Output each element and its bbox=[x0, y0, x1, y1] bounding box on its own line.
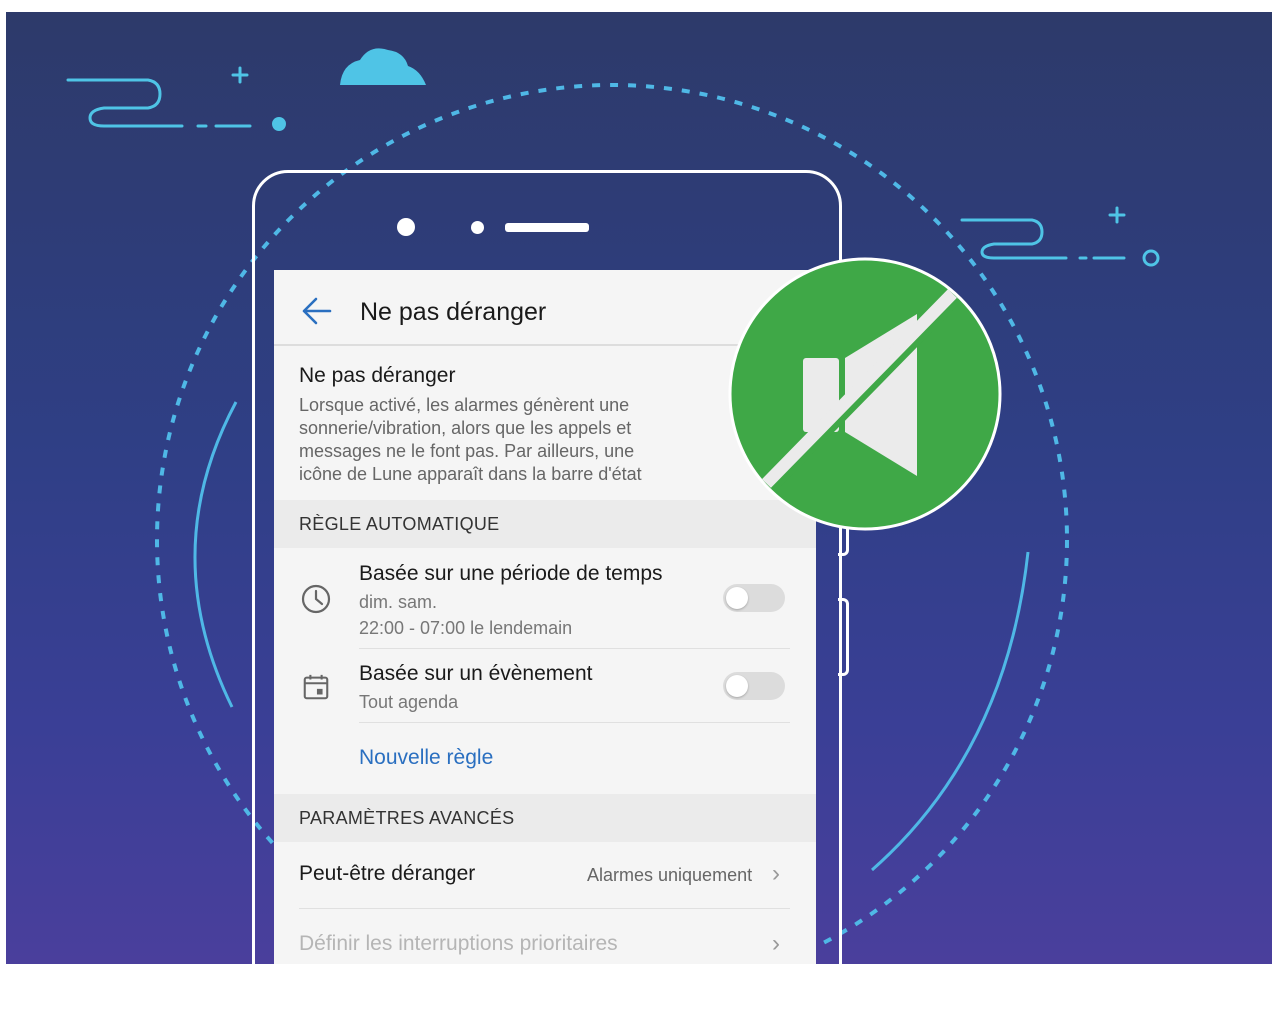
back-arrow-icon[interactable] bbox=[300, 296, 336, 326]
chevron-right-icon: › bbox=[772, 930, 780, 957]
rule-time-toggle[interactable] bbox=[723, 584, 785, 612]
may-disturb-title: Peut-être déranger bbox=[299, 862, 476, 885]
section-header-advanced: PARAMÈTRES AVANCÉS bbox=[274, 794, 816, 842]
page-title: Ne pas déranger bbox=[360, 298, 547, 326]
ring-dot-right bbox=[1142, 249, 1160, 267]
dnd-title: Ne pas déranger bbox=[299, 364, 456, 387]
rule-event-toggle[interactable] bbox=[723, 672, 785, 700]
dnd-description-line-3: messages ne le font pas. Par ailleurs, u… bbox=[299, 441, 635, 461]
arc-left bbox=[193, 401, 238, 708]
dnd-description-line-2: sonnerie/vibration, alors que les appels… bbox=[299, 418, 632, 438]
rule-event[interactable]: Basée sur un évènement Tout agenda bbox=[274, 650, 816, 722]
proximity-sensor bbox=[471, 221, 484, 234]
section-header-label: PARAMÈTRES AVANCÉS bbox=[299, 808, 515, 828]
calendar-icon bbox=[303, 674, 329, 700]
dot-left bbox=[272, 117, 286, 131]
mute-badge bbox=[728, 257, 1002, 531]
may-disturb-value: Alarmes uniquement bbox=[587, 865, 753, 885]
wind-line-left bbox=[66, 66, 252, 128]
dnd-description-line-1: Lorsque activé, les alarmes génèrent une bbox=[299, 395, 630, 415]
cloud-icon bbox=[340, 48, 426, 85]
dnd-description-line-4: icône de Lune apparaît dans la barre d'é… bbox=[299, 464, 642, 484]
rule-time-title: Basée sur une période de temps bbox=[359, 562, 663, 585]
advanced-item-may-disturb[interactable]: Peut-être déranger Alarmes uniquement › bbox=[274, 842, 816, 908]
rule-time-period[interactable]: Basée sur une période de temps dim. sam.… bbox=[274, 548, 816, 648]
divider bbox=[359, 648, 790, 649]
wind-line-right bbox=[960, 206, 1126, 260]
toggle-knob bbox=[726, 675, 748, 697]
divider bbox=[359, 722, 790, 723]
clock-icon bbox=[301, 584, 331, 614]
priority-interruptions-title: Définir les interruptions prioritaires bbox=[299, 932, 618, 955]
divider bbox=[299, 908, 790, 909]
section-header-label: RÈGLE AUTOMATIQUE bbox=[299, 514, 500, 534]
rule-time-hours: 22:00 - 07:00 le lendemain bbox=[359, 618, 573, 638]
rule-time-days: dim. sam. bbox=[359, 592, 438, 612]
chevron-right-icon: › bbox=[772, 860, 780, 887]
earpiece-speaker bbox=[505, 223, 589, 232]
rule-event-calendar: Tout agenda bbox=[359, 692, 459, 712]
rule-event-title: Basée sur un évènement bbox=[359, 662, 593, 685]
new-rule-link[interactable]: Nouvelle règle bbox=[359, 746, 493, 770]
phone-side-button-lower bbox=[838, 598, 849, 676]
toggle-knob bbox=[726, 587, 748, 609]
advanced-item-priority-interruptions[interactable]: Définir les interruptions prioritaires › bbox=[274, 910, 816, 964]
arc-right bbox=[871, 551, 1030, 872]
front-camera bbox=[397, 218, 415, 236]
